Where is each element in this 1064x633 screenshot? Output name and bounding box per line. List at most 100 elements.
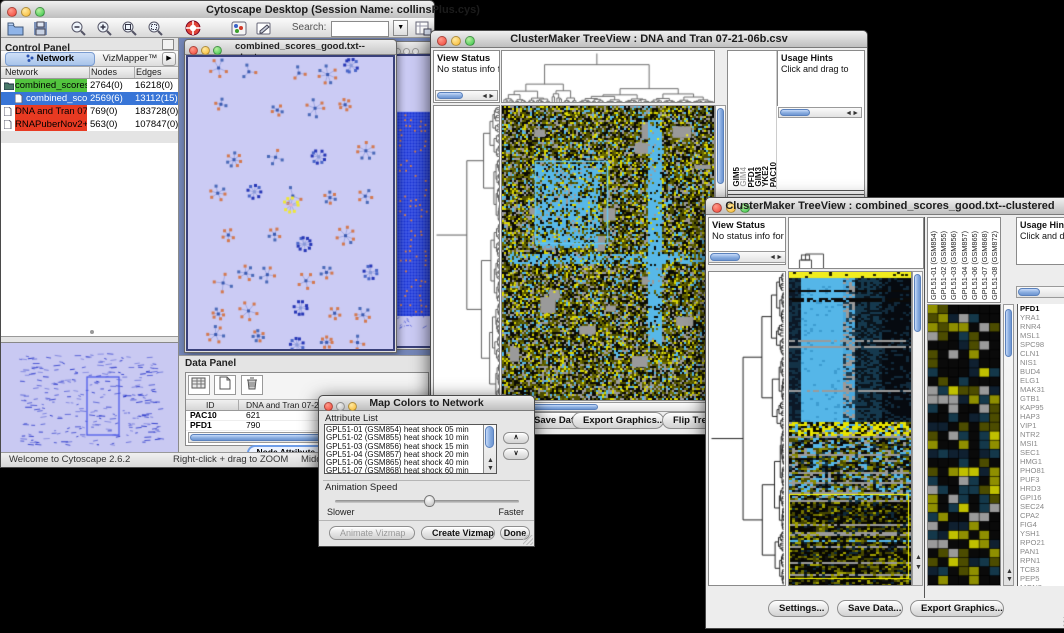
gene-label[interactable]: CLN1 [1020,349,1064,358]
gene-label[interactable]: KAP95 [1020,403,1064,412]
network-window-1[interactable]: combined_scores_good.txt--cluste... [184,39,397,353]
save-icon[interactable] [31,20,50,37]
treeview1-titlebar[interactable]: ClusterMaker TreeView : DNA and Tran 07-… [431,31,867,48]
array-column-label[interactable]: GPL51-08 (GSM872) [990,231,999,300]
array-column-label[interactable]: GPL51-03 (GSM856) [949,231,958,300]
gene-label[interactable]: GPI16 [1020,493,1064,502]
dialog-titlebar[interactable]: Map Colors to Network [319,396,534,411]
tv2-export-graphics-button[interactable]: Export Graphics... [910,600,1004,617]
tv2-save-data-button[interactable]: Save Data... [837,600,903,617]
slider-thumb[interactable] [424,495,435,507]
zoom-out-icon[interactable] [69,20,88,37]
resize-grip[interactable] [523,535,533,545]
tv1-hints-hscrollbar[interactable]: ◄► [778,107,862,118]
tv1-column-dendrogram[interactable] [501,50,715,103]
gene-label[interactable]: BUD4 [1020,367,1064,376]
vizmapper-icon[interactable] [230,20,249,37]
gene-label[interactable]: SEC24 [1020,502,1064,511]
array-column-label[interactable]: GPL51-06 (GSM865) [970,231,979,300]
gene-label[interactable]: PUF3 [1020,475,1064,484]
gene-label[interactable]: GTB1 [1020,394,1064,403]
tv2-hints-hscrollbar[interactable] [1016,286,1064,298]
delete-attribute-trash-icon[interactable] [241,375,263,395]
network-canvas-1[interactable] [186,55,395,351]
gene-label[interactable]: RNR4 [1020,322,1064,331]
dp-col-id[interactable]: ID [206,400,215,410]
gene-label[interactable]: MSI1 [1020,439,1064,448]
search-input[interactable] [331,21,389,37]
tv2-row-dendrogram[interactable] [708,271,786,586]
gene-label[interactable]: PEP5 [1020,574,1064,583]
tv2-column-dendrogram[interactable] [788,217,924,269]
gene-label[interactable]: PAN1 [1020,547,1064,556]
gene-label[interactable]: CPA2 [1020,511,1064,520]
attribute-list-item[interactable]: GPL51-07 (GSM868) heat shock 60 min [326,467,482,474]
gene-label[interactable]: HMG1 [1020,457,1064,466]
gene-label[interactable]: HRD3 [1020,484,1064,493]
array-column-label[interactable]: PAC10 [769,162,778,187]
gene-label[interactable]: YSH1 [1020,529,1064,538]
gene-label[interactable]: PHO81 [1020,466,1064,475]
treeview2-titlebar[interactable]: ClusterMaker TreeView : combined_scores_… [706,198,1064,215]
maximize-icon[interactable] [35,7,45,17]
tv1-row-dendrogram[interactable] [433,105,500,401]
search-dropdown-icon[interactable]: ▼ [393,20,408,36]
tv1-export-graphics-button[interactable]: Export Graphics... [572,412,664,429]
network-window-titlebar[interactable]: combined_scores_good.txt--cluste... [185,40,396,55]
gene-label[interactable]: SEC1 [1020,448,1064,457]
animate-vizmap-button[interactable]: Animate Vizmap [329,526,415,540]
gene-label[interactable]: FIG4 [1020,520,1064,529]
network-list-row[interactable]: combined_scores2764(0)16218(0) [1,79,178,92]
gene-label[interactable]: NIS1 [1020,358,1064,367]
gene-label[interactable]: SPC98 [1020,340,1064,349]
help-lifering-icon[interactable] [184,20,203,37]
gene-label[interactable]: HAP3 [1020,412,1064,421]
attribute-list[interactable]: GPL51-01 (GSM854) heat shock 05 minGPL51… [324,424,497,474]
more-tabs-icon[interactable]: ▶ [162,52,176,66]
network-overview-thumbnail[interactable] [1,342,178,453]
tv2-status-hscrollbar[interactable]: ◄► [708,251,786,263]
zoom-fit-icon[interactable] [120,20,139,37]
minimize-icon[interactable] [21,7,31,17]
network-list-row[interactable]: combined_sco2569(6)13112(15) [1,92,178,105]
float-panel-icon[interactable] [162,39,174,50]
tv2-zoom-heatmap[interactable] [927,304,1001,586]
animation-speed-slider[interactable] [335,500,519,503]
gene-label[interactable]: ELG1 [1020,376,1064,385]
close-icon[interactable] [7,7,17,17]
gene-label[interactable]: PFD1 [1020,304,1064,313]
network-list-row[interactable]: RNAPuberNov2+563(0)107847(0) [1,118,178,131]
zoom-selected-icon[interactable] [146,20,165,37]
gene-label[interactable]: MSL1 [1020,331,1064,340]
new-attribute-icon[interactable] [214,375,236,395]
create-vizmap-button[interactable]: Create Vizmap [421,526,495,540]
gene-label[interactable]: RPN1 [1020,556,1064,565]
array-column-label[interactable]: GPL51-07 (GSM868) [980,231,989,300]
move-up-button[interactable]: ∧ [503,432,529,444]
annotation-icon[interactable] [255,20,274,37]
tv2-vscrollbar[interactable]: ▲▼ [912,271,923,586]
tab-network[interactable]: Network [5,52,95,66]
gene-label[interactable]: TCB3 [1020,565,1064,574]
tab-vizmapper[interactable]: VizMapper™ [97,52,163,64]
splitter-handle[interactable] [90,330,94,334]
gene-label[interactable]: YRA1 [1020,313,1064,322]
zoom-in-icon[interactable] [95,20,114,37]
open-folder-icon[interactable] [6,20,25,37]
tv2-global-heatmap[interactable] [788,271,912,586]
network-canvas-2[interactable] [392,54,434,348]
tv1-status-hscrollbar[interactable]: ◄► [435,90,498,101]
tv2-zoom-vscrollbar[interactable]: ▲▼ [1003,304,1014,586]
tv2-settings-button[interactable]: Settings... [768,600,829,617]
tv1-global-heatmap[interactable] [501,105,715,401]
array-column-label[interactable]: GPL51-01 (GSM854) [929,231,938,300]
network-table-header[interactable]: Network Nodes Edges [1,67,178,79]
network-list-row[interactable]: DNA and Tran 07769(0)183728(0) [1,105,178,118]
main-titlebar[interactable]: Cytoscape Desktop (Session Name: collins… [1,1,434,19]
gene-label[interactable]: NTR2 [1020,430,1064,439]
gene-label[interactable]: VIP1 [1020,421,1064,430]
gene-label[interactable]: MON2 [1020,583,1064,586]
array-column-label[interactable]: GPL51-02 (GSM855) [939,231,948,300]
gene-label[interactable]: MAK31 [1020,385,1064,394]
move-down-button[interactable]: ∨ [503,448,529,460]
